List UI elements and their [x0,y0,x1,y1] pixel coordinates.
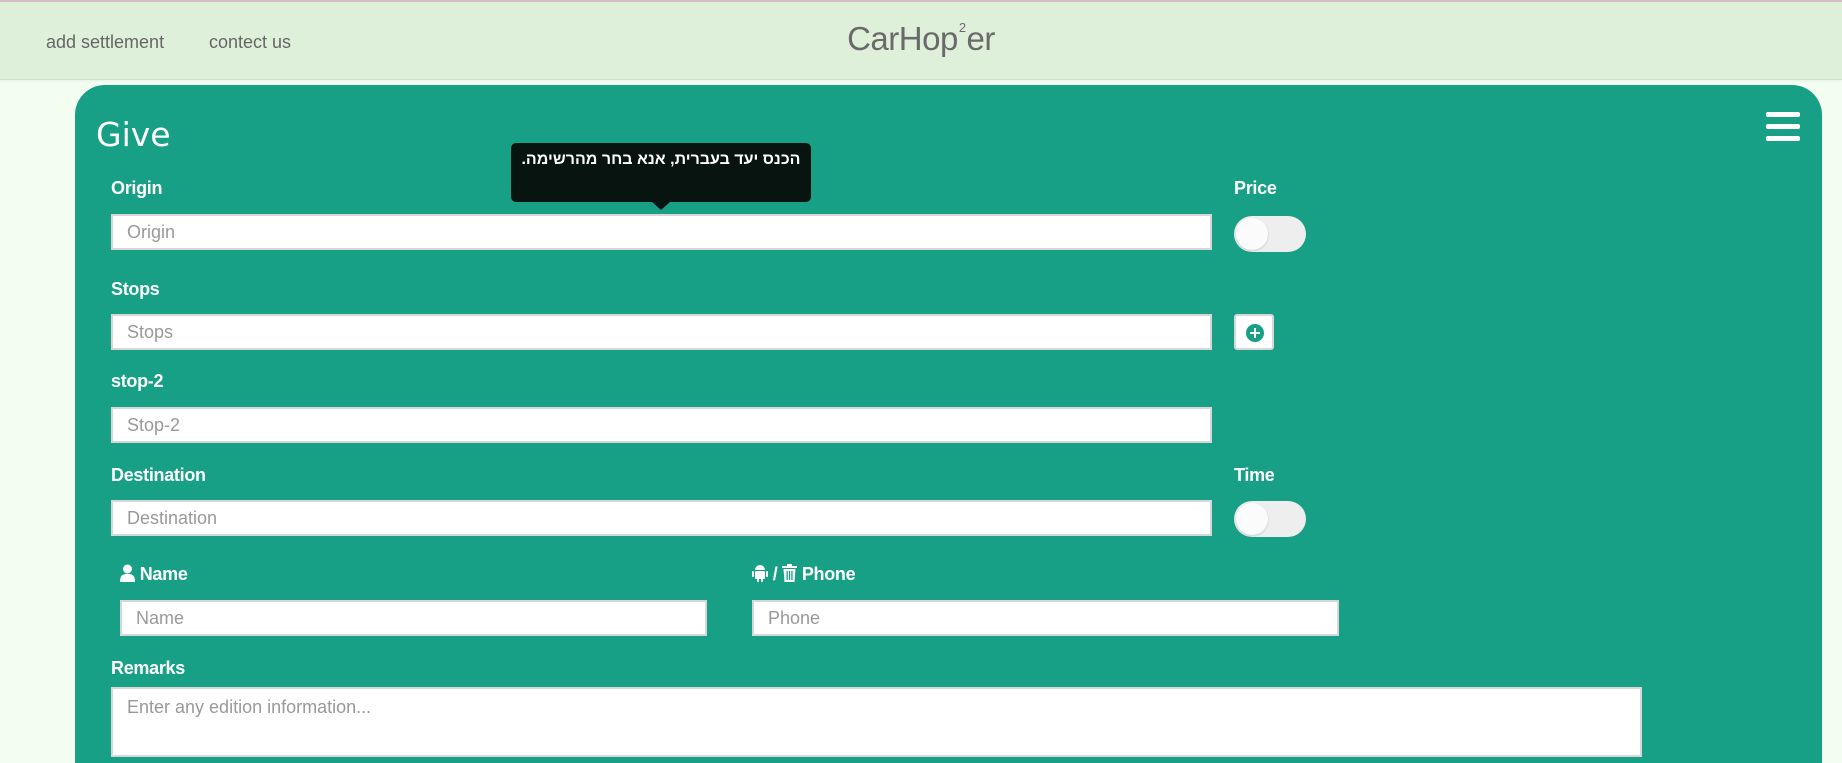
brand-suffix: er [966,20,996,57]
origin-tooltip: הכנס יעד בעברית, אנא בחר מהרשימה. [511,143,811,210]
trash-icon [782,564,798,582]
destination-input[interactable] [111,500,1212,536]
give-form-panel: Give Origin Price Stops stop-2 Destinati… [75,85,1822,763]
phone-input[interactable] [752,600,1339,636]
stops-label: Stops [111,279,160,299]
plus-circle-icon [1246,324,1264,342]
brand-sup: 2 [958,20,966,35]
page-title: Give [96,115,171,154]
phone-label-text: Phone [801,564,856,584]
stops-input[interactable] [111,314,1212,350]
name-label-text: Name [139,564,188,584]
price-label: Price [1234,178,1277,198]
hamburger-menu-icon[interactable] [1766,112,1800,142]
phone-icon-separator: / [772,564,778,584]
price-toggle[interactable] [1234,216,1306,252]
time-label: Time [1234,465,1275,485]
name-label: Name [120,564,188,585]
origin-label: Origin [111,178,163,198]
top-navbar: add settlement contect us CarHop2er [0,0,1842,80]
phone-label: / Phone [752,564,856,585]
time-toggle[interactable] [1234,501,1306,537]
remarks-label: Remarks [111,658,185,678]
brand-prefix: CarHop [847,20,958,57]
name-input[interactable] [120,600,707,636]
android-icon [752,565,768,582]
stop-2-input[interactable] [111,407,1212,443]
destination-label: Destination [111,465,206,485]
origin-input[interactable] [111,214,1212,250]
user-icon [120,564,135,582]
remarks-textarea[interactable] [111,687,1642,757]
brand-logo[interactable]: CarHop2er [0,20,1842,58]
add-stop-button[interactable] [1234,314,1274,350]
stop-2-label: stop-2 [111,371,164,391]
